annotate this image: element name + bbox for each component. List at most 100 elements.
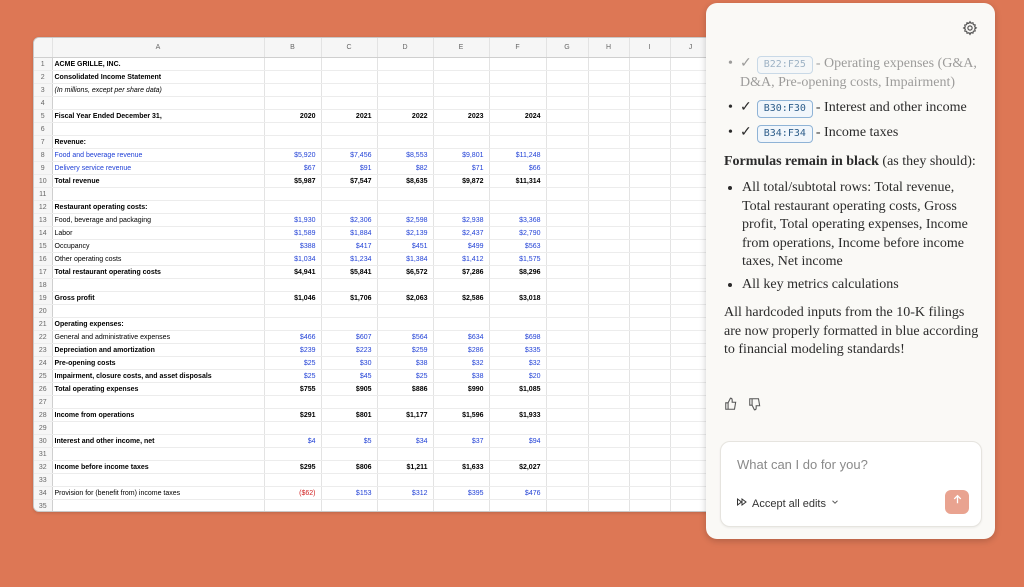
empty-cell[interactable] bbox=[588, 96, 630, 110]
send-button[interactable] bbox=[945, 490, 969, 514]
value-cell[interactable] bbox=[321, 421, 378, 435]
empty-cell[interactable] bbox=[588, 200, 630, 214]
value-cell[interactable]: $94 bbox=[489, 434, 547, 448]
empty-cell[interactable] bbox=[629, 395, 671, 409]
value-cell[interactable] bbox=[433, 499, 490, 511]
value-cell[interactable]: $2,139 bbox=[377, 226, 434, 240]
row-label-cell[interactable]: Food and beverage revenue bbox=[52, 148, 265, 162]
column-header-g[interactable]: G bbox=[546, 38, 589, 58]
empty-cell[interactable] bbox=[588, 343, 630, 357]
row-header[interactable]: 3 bbox=[34, 83, 53, 97]
row-header[interactable]: 22 bbox=[34, 330, 53, 344]
empty-cell[interactable] bbox=[629, 187, 671, 201]
row-header[interactable]: 19 bbox=[34, 291, 53, 305]
value-cell[interactable]: $4,941 bbox=[264, 265, 322, 279]
value-cell[interactable]: $66 bbox=[489, 161, 547, 175]
row-header[interactable]: 32 bbox=[34, 460, 53, 474]
value-cell[interactable] bbox=[321, 473, 378, 487]
empty-cell[interactable] bbox=[588, 187, 630, 201]
empty-cell[interactable] bbox=[670, 57, 712, 71]
value-cell[interactable]: $82 bbox=[377, 161, 434, 175]
value-cell[interactable] bbox=[489, 83, 547, 97]
row-header[interactable]: 28 bbox=[34, 408, 53, 422]
value-cell[interactable]: $1,596 bbox=[433, 408, 490, 422]
empty-cell[interactable] bbox=[670, 200, 712, 214]
row-header[interactable]: 11 bbox=[34, 187, 53, 201]
value-cell[interactable] bbox=[489, 187, 547, 201]
empty-cell[interactable] bbox=[629, 382, 671, 396]
row-label-cell[interactable]: Impairment, closure costs, and asset dis… bbox=[52, 369, 265, 383]
empty-cell[interactable] bbox=[588, 486, 630, 500]
value-cell[interactable] bbox=[321, 317, 378, 331]
value-cell[interactable] bbox=[321, 57, 378, 71]
row-label-cell[interactable]: Operating expenses: bbox=[52, 317, 265, 331]
row-label-cell[interactable] bbox=[52, 421, 265, 435]
row-header[interactable]: 27 bbox=[34, 395, 53, 409]
value-cell[interactable]: $32 bbox=[433, 356, 490, 370]
value-cell[interactable]: $466 bbox=[264, 330, 322, 344]
empty-cell[interactable] bbox=[670, 161, 712, 175]
empty-cell[interactable] bbox=[588, 382, 630, 396]
empty-cell[interactable] bbox=[670, 369, 712, 383]
empty-cell[interactable] bbox=[670, 304, 712, 318]
value-cell[interactable] bbox=[489, 421, 547, 435]
empty-cell[interactable] bbox=[629, 291, 671, 305]
empty-cell[interactable] bbox=[629, 122, 671, 136]
row-header[interactable]: 21 bbox=[34, 317, 53, 331]
row-label-cell[interactable] bbox=[52, 473, 265, 487]
empty-cell[interactable] bbox=[629, 304, 671, 318]
empty-cell[interactable] bbox=[670, 486, 712, 500]
row-label-cell[interactable]: Provision for (benefit from) income taxe… bbox=[52, 486, 265, 500]
value-cell[interactable] bbox=[377, 447, 434, 461]
row-label-cell[interactable]: Labor bbox=[52, 226, 265, 240]
empty-cell[interactable] bbox=[670, 83, 712, 97]
empty-cell[interactable] bbox=[629, 473, 671, 487]
value-cell[interactable]: $564 bbox=[377, 330, 434, 344]
value-cell[interactable]: $91 bbox=[321, 161, 378, 175]
value-cell[interactable] bbox=[321, 135, 378, 149]
cell-range-chip[interactable]: B30:F30 bbox=[756, 99, 813, 118]
value-cell[interactable]: $25 bbox=[264, 356, 322, 370]
value-cell[interactable]: $1,589 bbox=[264, 226, 322, 240]
value-cell[interactable]: $801 bbox=[321, 408, 378, 422]
value-cell[interactable] bbox=[321, 304, 378, 318]
empty-cell[interactable] bbox=[588, 148, 630, 162]
value-cell[interactable] bbox=[377, 96, 434, 110]
value-cell[interactable] bbox=[433, 395, 490, 409]
empty-cell[interactable] bbox=[670, 70, 712, 84]
empty-cell[interactable] bbox=[629, 148, 671, 162]
value-cell[interactable]: $7,456 bbox=[321, 148, 378, 162]
empty-cell[interactable] bbox=[546, 122, 589, 136]
value-cell[interactable]: $38 bbox=[377, 356, 434, 370]
value-cell[interactable] bbox=[377, 200, 434, 214]
empty-cell[interactable] bbox=[670, 343, 712, 357]
value-cell[interactable] bbox=[264, 135, 322, 149]
row-label-cell[interactable] bbox=[52, 304, 265, 318]
empty-cell[interactable] bbox=[629, 278, 671, 292]
empty-cell[interactable] bbox=[546, 421, 589, 435]
empty-cell[interactable] bbox=[588, 83, 630, 97]
thumbs-down-icon[interactable] bbox=[748, 397, 762, 411]
empty-cell[interactable] bbox=[670, 239, 712, 253]
value-cell[interactable] bbox=[321, 122, 378, 136]
empty-cell[interactable] bbox=[546, 343, 589, 357]
empty-cell[interactable] bbox=[546, 161, 589, 175]
row-label-cell[interactable]: Fiscal Year Ended December 31, bbox=[52, 109, 265, 123]
value-cell[interactable]: $9,801 bbox=[433, 148, 490, 162]
empty-cell[interactable] bbox=[588, 330, 630, 344]
value-cell[interactable] bbox=[321, 395, 378, 409]
empty-cell[interactable] bbox=[670, 187, 712, 201]
accept-all-edits-button[interactable]: Accept all edits bbox=[736, 496, 840, 511]
value-cell[interactable] bbox=[433, 135, 490, 149]
row-header[interactable]: 31 bbox=[34, 447, 53, 461]
value-cell[interactable] bbox=[377, 278, 434, 292]
empty-cell[interactable] bbox=[588, 57, 630, 71]
value-cell[interactable] bbox=[264, 395, 322, 409]
value-cell[interactable] bbox=[433, 421, 490, 435]
empty-cell[interactable] bbox=[629, 135, 671, 149]
empty-cell[interactable] bbox=[629, 57, 671, 71]
value-cell[interactable] bbox=[264, 304, 322, 318]
row-label-cell[interactable]: General and administrative expenses bbox=[52, 330, 265, 344]
row-label-cell[interactable] bbox=[52, 122, 265, 136]
empty-cell[interactable] bbox=[670, 226, 712, 240]
